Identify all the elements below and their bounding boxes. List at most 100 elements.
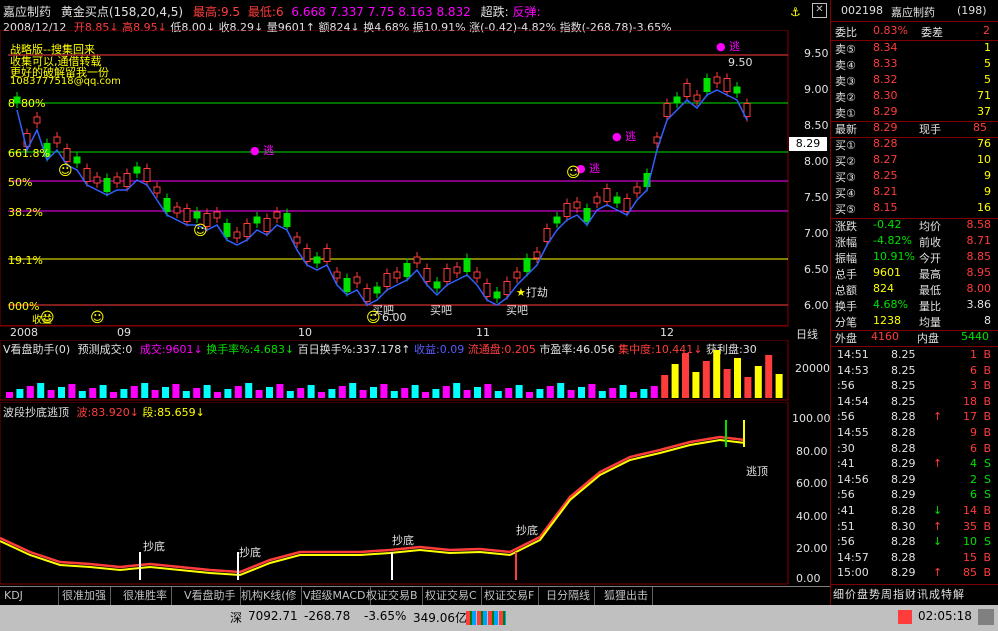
tab-hen-zhun[interactable]: 很准加强 (58, 587, 111, 605)
wave-chart[interactable] (0, 402, 830, 586)
bottom-label-4: 抄底 (516, 524, 538, 537)
price-tick: 7.00 (804, 227, 829, 240)
buy-row[interactable]: 买③ 8.25 9 (833, 169, 995, 185)
sell-row[interactable]: 卖⑤ 8.34 1 (833, 41, 995, 57)
volume-bar (422, 392, 429, 398)
tab-warrant-b[interactable]: 权证交易B (362, 587, 423, 605)
tick-row: 14:56 8.29 2 S (837, 472, 991, 486)
candlestick (433, 281, 441, 289)
outer-inner-row: 外盘 4160 内盘 5440 (835, 330, 989, 345)
tick-row: :41 8.29 ↑ 4 S (837, 457, 991, 471)
candlestick (523, 258, 531, 272)
candlestick (423, 268, 431, 282)
price-chart[interactable] (0, 30, 830, 330)
volume-bar (276, 384, 284, 398)
smiley-icon: ☺ (366, 310, 381, 326)
sell-row[interactable]: 卖① 8.29 37 (833, 105, 995, 121)
volume-bar (713, 350, 721, 398)
volume-bar (6, 392, 13, 398)
volume-bar (671, 364, 679, 398)
tick-row: 15:00 8.29 ↑ 85 B (837, 566, 991, 580)
buy-row[interactable]: 买② 8.27 10 (833, 153, 995, 169)
candlestick (63, 148, 71, 162)
tab-fox[interactable]: 狐狸出击 (600, 587, 653, 605)
candlestick (33, 116, 41, 124)
volume-bar (245, 383, 253, 398)
tab-v-macd[interactable]: V超级MACD (299, 587, 371, 605)
candlestick (373, 286, 381, 294)
quote-panel: 002198 嘉应制药 (198) 委比 0.83% 委差 2 卖⑤ 8.34 1 卖… (830, 0, 998, 605)
indicator-name: 黄金买点(158,20,4,5) (60, 5, 184, 19)
sell-row[interactable]: 卖③ 8.32 5 (833, 73, 995, 89)
candlestick (213, 211, 221, 219)
candlestick (563, 203, 571, 217)
candlestick (343, 278, 351, 292)
stat-row: 换手 4.68% 量比 3.86 (835, 298, 991, 313)
candlestick (543, 228, 551, 242)
date-tick: 12 (660, 326, 674, 339)
buy-row[interactable]: 买④ 8.21 9 (833, 185, 995, 201)
tab-win-rate[interactable]: 很准胜率 (119, 587, 172, 605)
stock-count: (198) (957, 4, 987, 17)
stat-row: 涨跌 -0.42 均价 8.58 (835, 218, 991, 233)
menu-icon[interactable] (978, 609, 994, 625)
tab-warrant-f[interactable]: 权证交易F (480, 587, 540, 605)
alert-icon[interactable] (898, 610, 912, 624)
smiley-icon: ☺ (58, 163, 73, 179)
anchor-icon[interactable]: ⚓ (790, 5, 801, 19)
candlestick (363, 288, 371, 302)
bottom-label-2: 抄底 (239, 546, 261, 559)
wave-tick: 0.00 (796, 572, 821, 585)
buy-row[interactable]: 买⑤ 8.15 16 (833, 201, 995, 217)
high-label: 最高:9.5 (192, 5, 241, 19)
tab-day-divider[interactable]: 日分隔线 (542, 587, 595, 605)
close-icon[interactable]: ✕ (812, 3, 827, 18)
candlestick (403, 263, 411, 277)
indicator-tab-bar: KDJ 很准加强 很准胜率 V看盘助手 机构K线(修 V超级MACD 权证交易B… (0, 586, 830, 605)
fib-label-19: 19.1% (8, 254, 43, 267)
candlestick (473, 271, 481, 279)
volume-bar (110, 392, 117, 398)
candlestick (603, 188, 611, 202)
volume-bar (463, 390, 471, 398)
fib-label-61: 661.8% (8, 147, 50, 160)
buy-row[interactable]: 买① 8.28 76 (833, 137, 995, 153)
sell-row[interactable]: 卖④ 8.33 5 (833, 57, 995, 73)
main-chart[interactable]: 嘉应制药 黄金买点(158,20,4,5) 最高:9.5 最低:6 6.668 … (0, 0, 831, 605)
fib-label-80: 8 80% (8, 97, 46, 110)
price-tick: 8.50 (804, 119, 829, 132)
price-tick: 8.00 (804, 155, 829, 168)
tab-v-assistant[interactable]: V看盘助手 (180, 587, 241, 605)
tab-warrant-c[interactable]: 权证交易C (421, 587, 482, 605)
candlestick (683, 83, 691, 97)
volume-bar (442, 386, 450, 398)
tab-inst-kline[interactable]: 机构K线(修 (237, 587, 302, 605)
volume-bar (411, 385, 419, 398)
candlestick (353, 276, 361, 284)
stat-row: 总额 824 最低 8.00 (835, 282, 991, 297)
tick-row: 14:57 8.28 15 B (837, 550, 991, 564)
tick-row: :56 8.29 6 S (837, 488, 991, 502)
candlestick (453, 266, 461, 274)
volume-bar (765, 355, 773, 398)
volume-bar (692, 372, 700, 398)
sell-row[interactable]: 卖② 8.30 71 (833, 89, 995, 105)
volume-chart[interactable] (0, 340, 830, 402)
volume-bar (567, 390, 575, 398)
volume-bar (151, 390, 159, 398)
volume-bar (474, 387, 481, 398)
volume-bar (255, 390, 263, 398)
quote-bottom-tabs[interactable]: 细价盘势周指财讯成特解 (831, 584, 998, 605)
volume-bar (661, 375, 669, 398)
tick-row: 14:54 8.25 18 B (837, 394, 991, 408)
wave-tick: 40.00 (796, 510, 828, 523)
stat-row: 振幅 10.91% 今开 8.85 (835, 250, 991, 265)
date-tick: 09 (117, 326, 131, 339)
tab-kdj[interactable]: KDJ (0, 587, 59, 605)
fib-label-38: 38.2% (8, 206, 43, 219)
price-tick: 9.50 (804, 47, 829, 60)
candlestick (53, 136, 61, 144)
candlestick (93, 176, 101, 184)
volume-bar (702, 361, 710, 398)
volume-bar (609, 388, 617, 398)
